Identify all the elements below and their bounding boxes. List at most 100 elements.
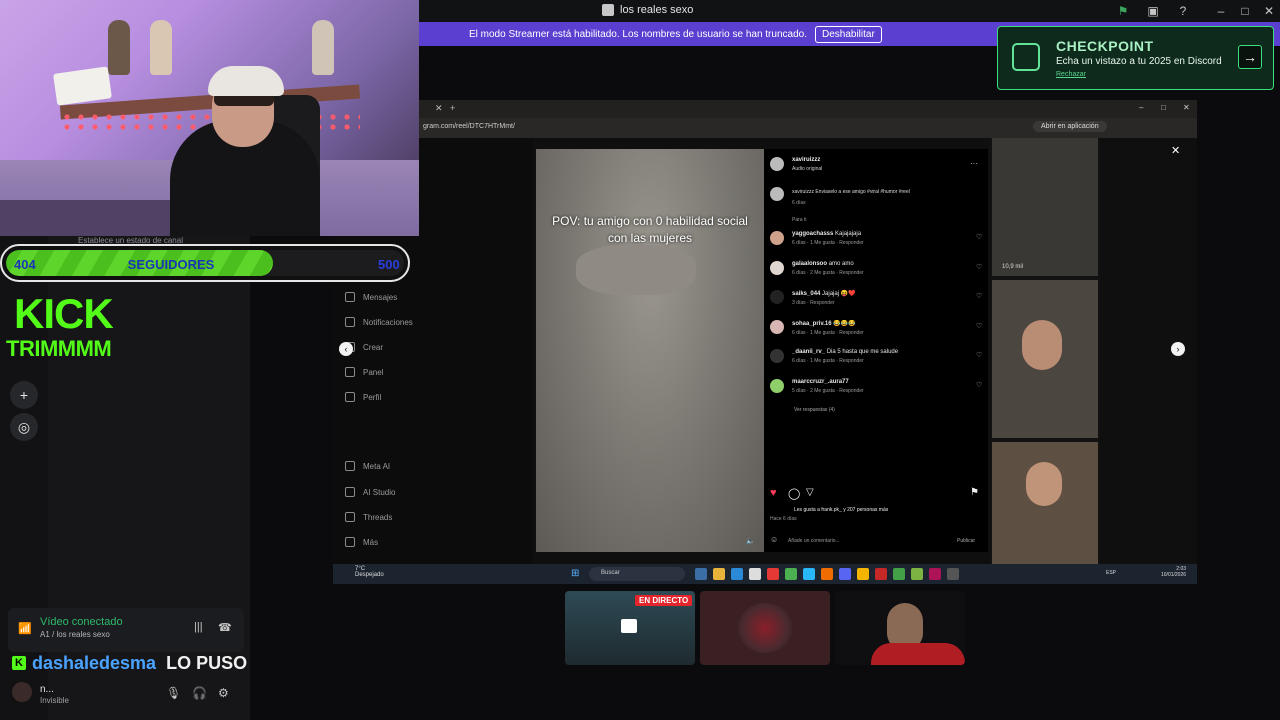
avatar[interactable] <box>12 682 32 702</box>
comment-avatar[interactable] <box>770 319 784 334</box>
stream-tile[interactable]: EN DIRECTO <box>565 591 695 665</box>
comment-avatar[interactable] <box>770 290 784 304</box>
app-icon[interactable] <box>803 568 815 580</box>
headphones-icon[interactable]: 🎧 <box>192 686 207 700</box>
like-icon[interactable]: ♥ <box>770 487 777 499</box>
comment-avatar[interactable] <box>770 260 784 275</box>
emoji-icon[interactable]: ☺ <box>770 535 778 544</box>
nav-item[interactable]: Perfil <box>345 392 381 402</box>
app-icon[interactable] <box>947 568 959 580</box>
suggestion-thumb[interactable] <box>992 280 1098 438</box>
webcam-tile[interactable] <box>835 591 965 665</box>
url-text[interactable]: gram.com/reel/DTC7HTrMmt/ <box>423 123 515 130</box>
tab-close-icon[interactable]: ✕ + <box>435 103 455 114</box>
flag-icon[interactable]: ⚑ <box>1116 4 1130 18</box>
browser-maximize-icon[interactable]: □ <box>1161 103 1166 112</box>
start-icon[interactable]: ⊞ <box>571 568 579 579</box>
suggestion-thumb[interactable] <box>992 442 1098 564</box>
arrow-right-icon[interactable]: → <box>1238 45 1262 69</box>
disconnect-icon[interactable]: ☎ <box>218 621 232 634</box>
weather-widget[interactable]: 7°C Despejado <box>355 566 384 578</box>
nav-item[interactable]: Más <box>345 537 378 547</box>
app-icon[interactable] <box>821 568 833 580</box>
comment-user[interactable]: sohaa_priv.16 <box>792 321 832 327</box>
open-in-app-button[interactable]: Abrir en aplicación <box>1033 121 1107 132</box>
comment-avatar[interactable] <box>770 231 784 245</box>
language-indicator[interactable]: ESP <box>1106 570 1116 576</box>
nav-item[interactable]: Mensajes <box>345 292 397 302</box>
app-icon[interactable] <box>875 568 887 580</box>
comment-avatar[interactable] <box>770 378 784 393</box>
author-avatar[interactable] <box>770 157 784 171</box>
app-icon[interactable] <box>893 568 905 580</box>
explorer-icon[interactable] <box>713 568 725 580</box>
reel-video[interactable]: POV: tu amigo con 0 habilidad social con… <box>536 149 764 552</box>
comment-avatar[interactable] <box>770 349 784 363</box>
taskbar-search[interactable]: Buscar <box>589 567 685 581</box>
checkpoint-dismiss-link[interactable]: Rechazar <box>1056 71 1086 78</box>
comment-meta[interactable]: 6 días · 1 Me gusta · Responder <box>792 330 972 336</box>
comment-input[interactable]: Añade un comentario... <box>788 538 840 544</box>
taskview-icon[interactable] <box>695 568 707 580</box>
comment-like-icon[interactable]: ♡ <box>976 351 982 359</box>
minimize-icon[interactable]: – <box>1214 4 1228 18</box>
comment-like-icon[interactable]: ♡ <box>976 233 982 241</box>
comment-like-icon[interactable]: ♡ <box>976 381 982 389</box>
comment-meta[interactable]: 5 días · 2 Me gusta · Responder <box>792 388 972 394</box>
nav-item[interactable]: Meta AI <box>345 461 390 471</box>
browser-minimize-icon[interactable]: – <box>1139 103 1143 112</box>
discord-icon[interactable] <box>839 568 851 580</box>
app-icon[interactable] <box>929 568 941 580</box>
comment-user[interactable]: saiks_044 <box>792 291 820 297</box>
comment-meta[interactable]: 6 días · 2 Me gusta · Responder <box>792 270 972 276</box>
comment-user[interactable]: galaalonsoo <box>792 261 827 267</box>
publish-button[interactable]: Publicar <box>957 538 975 544</box>
explore-icon[interactable]: ◎ <box>10 413 38 441</box>
for-you-label[interactable]: Para ti <box>792 217 806 223</box>
youtube-icon[interactable] <box>767 568 779 580</box>
edge-icon[interactable] <box>731 568 743 580</box>
store-icon[interactable] <box>749 568 761 580</box>
help-icon[interactable]: ? <box>1176 4 1190 18</box>
prev-arrow-icon[interactable]: ‹ <box>339 342 353 356</box>
checkpoint-card[interactable]: CHECKPOINT Echa un vistazo a tu 2025 en … <box>997 26 1274 90</box>
nav-item[interactable]: AI Studio <box>345 487 395 497</box>
maximize-icon[interactable]: □ <box>1238 4 1252 18</box>
suggestion-thumb[interactable]: 10,9 mil <box>992 138 1098 276</box>
comment-like-icon[interactable]: ♡ <box>976 263 982 271</box>
audio-label[interactable]: Audio original <box>792 166 822 172</box>
comment-meta[interactable]: 6 días · 1 Me gusta · Responder <box>792 358 972 364</box>
address-bar[interactable]: gram.com/reel/DTC7HTrMmt/ Abrir en aplic… <box>419 118 1197 138</box>
browser-close-icon[interactable]: ✕ <box>1183 103 1190 112</box>
app-icon[interactable] <box>911 568 923 580</box>
app-icon[interactable] <box>785 568 797 580</box>
nav-item[interactable]: Threads <box>345 512 392 522</box>
mic-icon[interactable]: 🎙 <box>166 686 181 700</box>
view-replies-link[interactable]: Ver respuestas (4) <box>794 407 835 413</box>
likes-text[interactable]: Les gusta a frank.pk_ y 207 personas más <box>794 507 888 513</box>
comment-user[interactable]: _daanii_rv_ <box>792 349 825 355</box>
participant-tile[interactable] <box>700 591 830 665</box>
noise-icon[interactable]: ||| <box>194 621 203 633</box>
close-reel-icon[interactable]: ✕ <box>1171 144 1180 157</box>
chrome-icon[interactable] <box>857 568 869 580</box>
share-icon[interactable]: ▽ <box>806 487 814 498</box>
clock[interactable]: 2:03 10/01/2026 <box>1161 566 1186 578</box>
gear-icon[interactable]: ⚙ <box>218 686 229 700</box>
nav-item[interactable]: Panel <box>345 367 383 377</box>
comment-user[interactable]: yaggoachasss <box>792 231 833 237</box>
mute-icon[interactable]: 🔈 <box>746 537 755 545</box>
disable-streamer-button[interactable]: Deshabilitar <box>814 25 882 43</box>
add-server-icon[interactable]: + <box>10 381 38 409</box>
screen-icon[interactable]: ▣ <box>1146 4 1160 18</box>
comment-like-icon[interactable]: ♡ <box>976 322 982 330</box>
nav-item[interactable]: Notificaciones <box>345 317 413 327</box>
close-icon[interactable]: ✕ <box>1262 4 1276 18</box>
comment-user[interactable]: maarccruzr_.aura77 <box>792 379 849 385</box>
more-icon[interactable]: ··· <box>970 159 978 168</box>
comment-meta[interactable]: 6 días · 1 Me gusta · Responder <box>792 240 972 246</box>
bookmark-icon[interactable]: ⚑ <box>970 487 979 498</box>
author-name[interactable]: xaviruizzz <box>792 157 820 163</box>
comment-icon[interactable]: ◯ <box>788 487 800 500</box>
comment-like-icon[interactable]: ♡ <box>976 292 982 300</box>
